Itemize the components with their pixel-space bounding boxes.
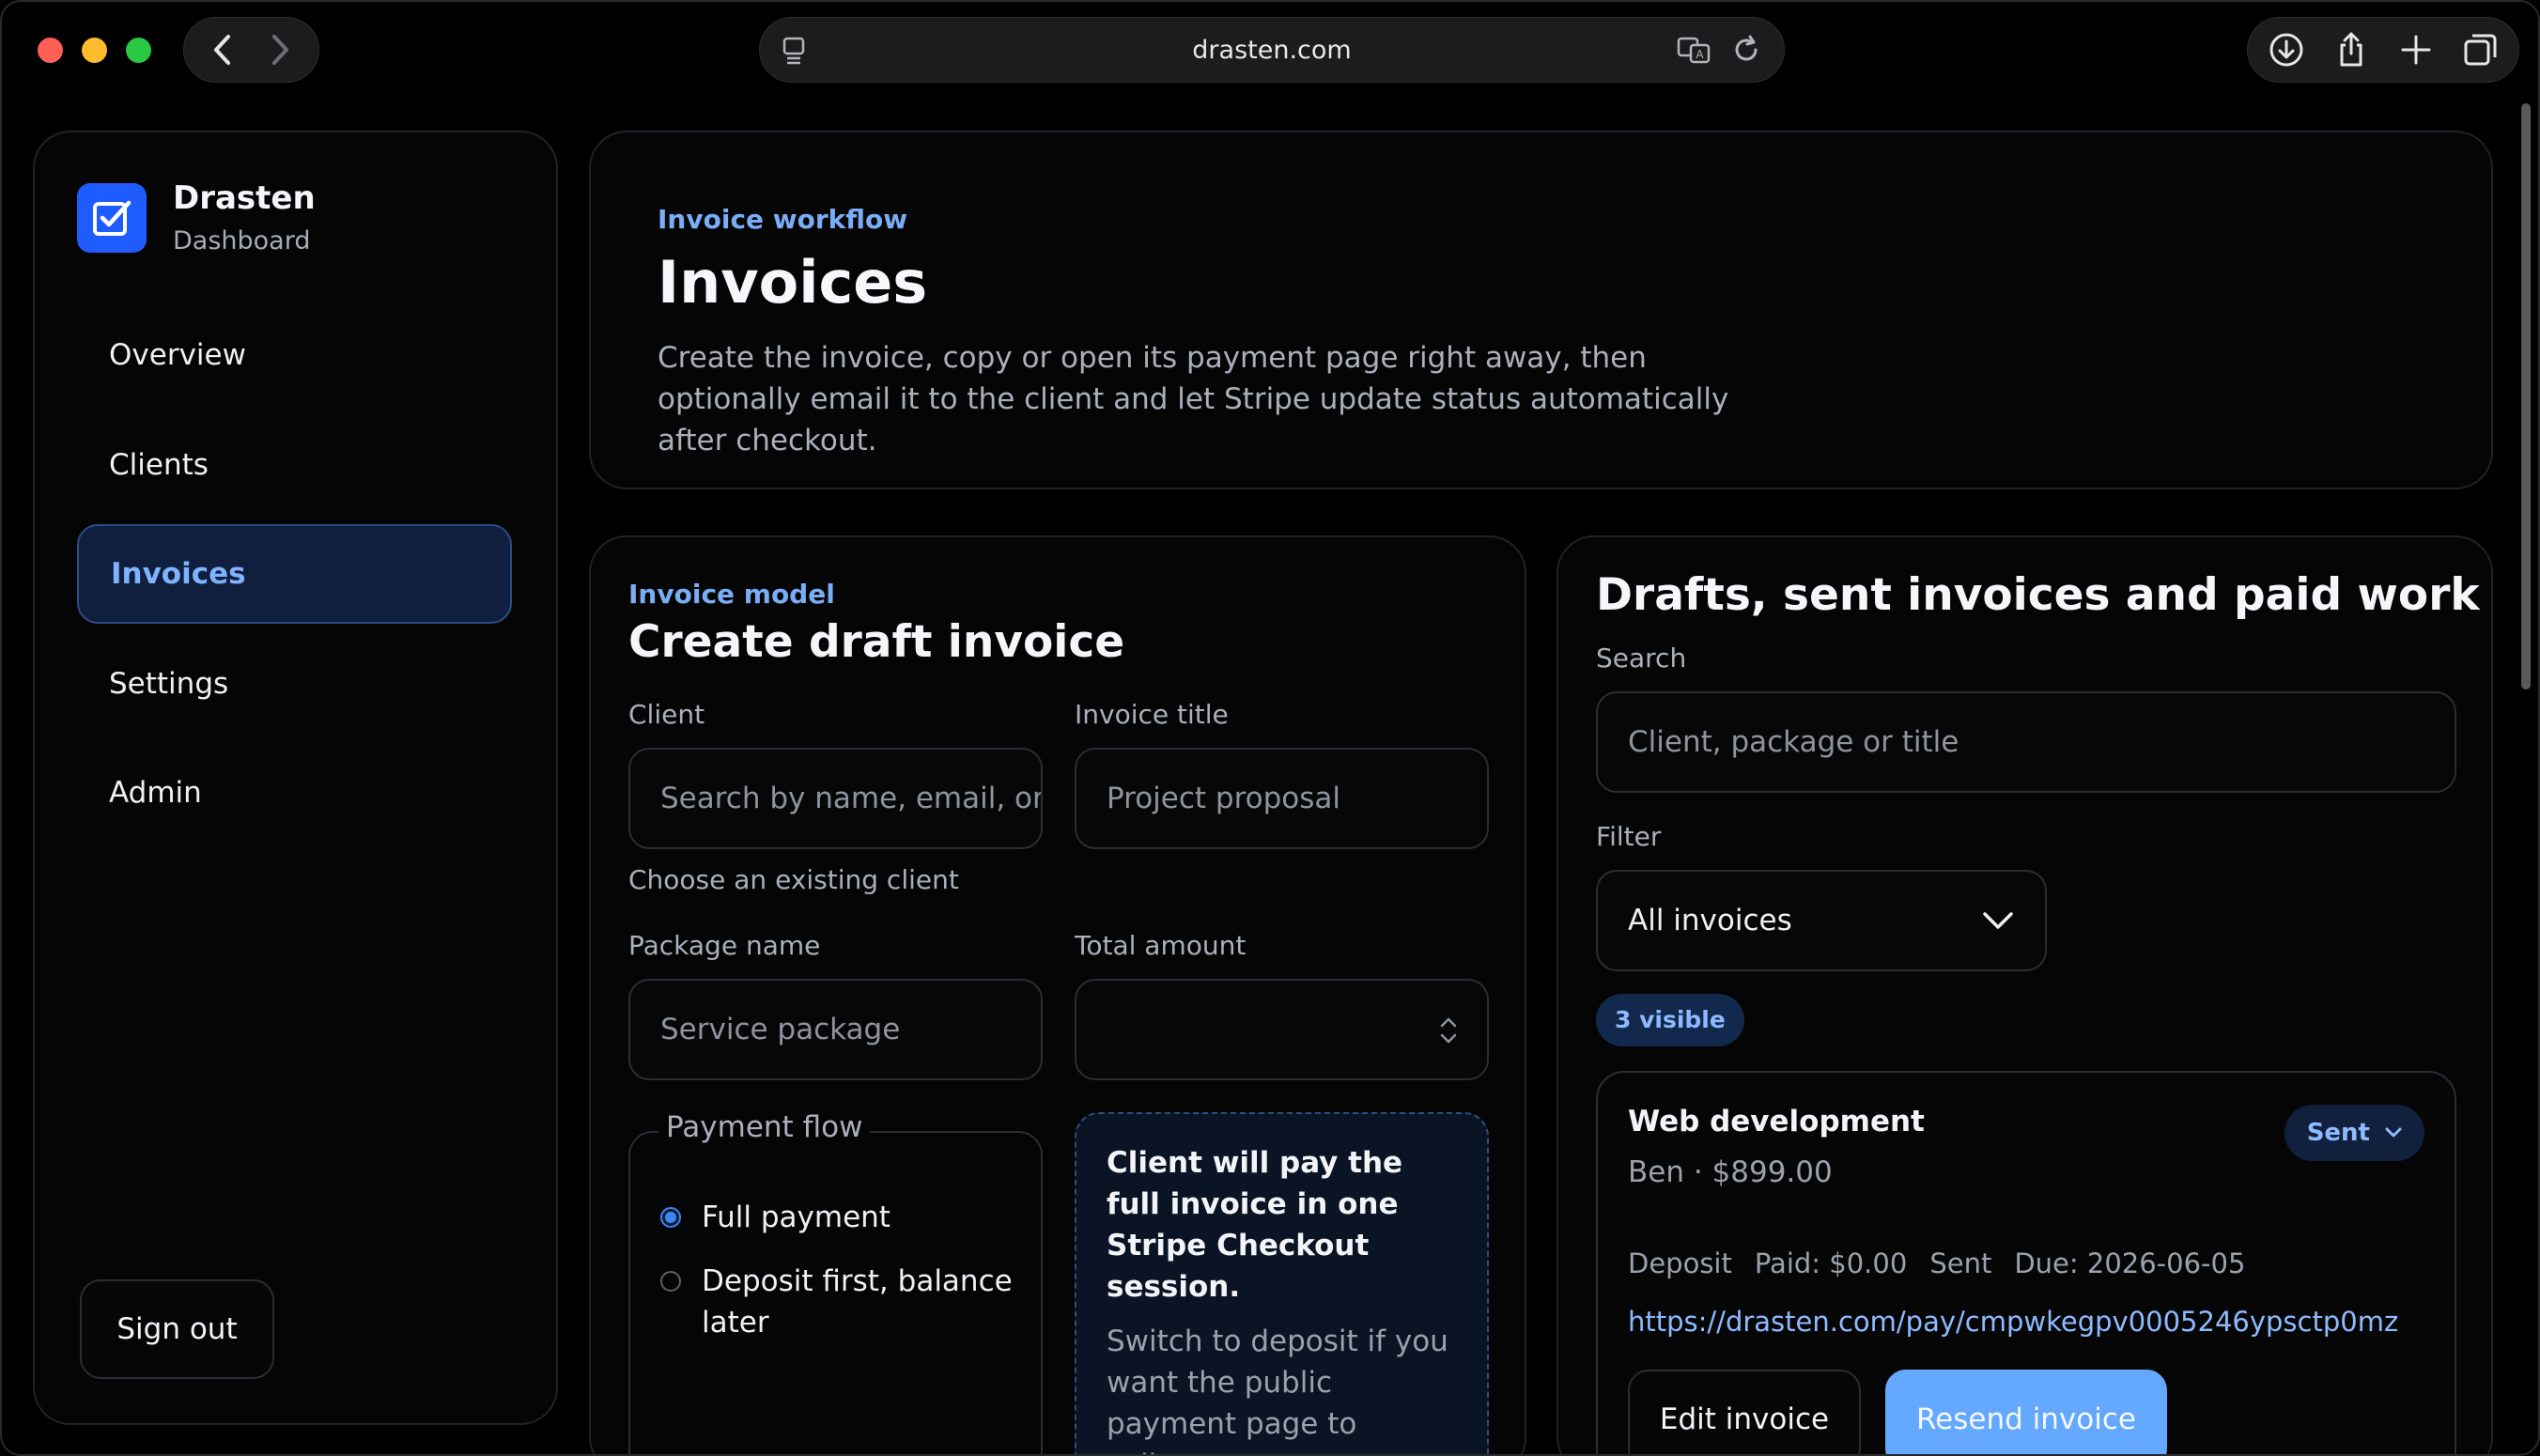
back-button[interactable]: [199, 26, 246, 73]
filter-selected-value: All invoices: [1628, 904, 1792, 937]
history-navigation: [183, 17, 319, 83]
url-text: drasten.com: [1192, 36, 1352, 65]
window-controls: [38, 38, 151, 63]
invoice-title-input[interactable]: Project proposal: [1075, 748, 1489, 849]
total-amount-input[interactable]: [1075, 979, 1489, 1080]
list-title: Drafts, sent invoices and paid work: [1596, 569, 2480, 621]
radio-selected[interactable]: [660, 1207, 681, 1228]
invoice-payment-type: Deposit: [1628, 1247, 1732, 1279]
invoice-list-card: Drafts, sent invoices and paid work Sear…: [1557, 535, 2493, 1454]
sign-out-button[interactable]: Sign out: [80, 1279, 274, 1379]
brand-name: Drasten: [173, 179, 316, 217]
invoice-meta: Deposit Paid: $0.00 Sent Due: 2026-06-05: [1628, 1247, 2245, 1279]
status-dropdown[interactable]: Sent: [2284, 1105, 2424, 1161]
invoice-state: Sent: [1929, 1247, 1992, 1279]
create-title: Create draft invoice: [628, 616, 1125, 668]
package-name-label: Package name: [628, 930, 821, 961]
reload-icon[interactable]: [1727, 31, 1765, 69]
sidebar-item-invoices[interactable]: Invoices: [77, 524, 512, 624]
create-invoice-card: Invoice model Create draft invoice Clien…: [589, 535, 1526, 1454]
chevron-right-icon: [272, 35, 289, 65]
sidebar-item-overview[interactable]: Overview: [77, 305, 512, 405]
share-button[interactable]: [2325, 23, 2377, 76]
header-eyebrow: Invoice workflow: [658, 204, 908, 235]
invoice-due-date: Due: 2026-06-05: [2014, 1247, 2246, 1279]
chevron-down-icon: [1983, 912, 2013, 929]
create-eyebrow: Invoice model: [628, 579, 835, 610]
edit-invoice-button[interactable]: Edit invoice: [1628, 1370, 1861, 1454]
status-value: Sent: [2306, 1119, 2370, 1147]
sidebar-item-clients[interactable]: Clients: [77, 415, 512, 515]
page-title: Invoices: [658, 248, 928, 317]
share-icon: [2340, 32, 2362, 67]
radio-unselected[interactable]: [660, 1271, 681, 1292]
invoice-title-label: Invoice title: [1075, 699, 1229, 730]
download-icon: [2269, 33, 2302, 67]
close-window-button[interactable]: [38, 38, 63, 63]
client-hint: Choose an existing client: [628, 864, 959, 895]
option-deposit-first-label: Deposit first, balance later: [702, 1264, 1013, 1340]
payment-info-title: Client will pay the full invoice in one …: [1107, 1146, 1403, 1304]
payment-flow-group: Payment flow Full payment Deposit first,…: [628, 1110, 1043, 1454]
stepper-arrows-icon[interactable]: [1438, 1015, 1459, 1046]
brand-subtitle: Dashboard: [173, 226, 311, 256]
package-name-input[interactable]: Service package: [628, 979, 1043, 1080]
page-description: Create the invoice, copy or open its pay…: [658, 341, 1729, 457]
filter-label: Filter: [1596, 821, 1662, 852]
payment-flow-label: Payment flow: [658, 1110, 871, 1144]
total-amount-label: Total amount: [1075, 930, 1247, 961]
option-full-payment-label: Full payment: [702, 1200, 891, 1234]
sidebar: Drasten Dashboard Overview Clients Invoi…: [33, 131, 558, 1425]
chevron-left-icon: [213, 35, 230, 65]
tabs-icon: [2464, 34, 2496, 66]
translate-icon[interactable]: A: [1675, 31, 1712, 69]
invoice-client-amount: Ben · $899.00: [1628, 1155, 1833, 1189]
client-search-input[interactable]: Search by name, email, or: [628, 748, 1043, 849]
search-label: Search: [1596, 643, 1687, 674]
new-tab-button[interactable]: [2390, 23, 2442, 76]
chevron-down-icon: [2385, 1127, 2402, 1138]
page-scrollbar[interactable]: [2521, 103, 2531, 689]
downloads-button[interactable]: [2260, 23, 2313, 76]
svg-text:A: A: [1696, 48, 1704, 61]
client-label: Client: [628, 699, 705, 730]
page-header: Invoice workflow Invoices Create the inv…: [589, 131, 2493, 489]
payment-info-callout: Client will pay the full invoice in one …: [1075, 1112, 1489, 1454]
brand-logo: [77, 183, 147, 253]
checkbox-pen-icon: [93, 200, 132, 236]
filter-select[interactable]: All invoices: [1596, 870, 2047, 971]
sidebar-item-settings[interactable]: Settings: [77, 634, 512, 734]
sidebar-item-admin[interactable]: Admin: [77, 743, 512, 843]
payment-page-link[interactable]: https://drasten.com/pay/cmpwkegpv0005246…: [1628, 1306, 2398, 1338]
tab-overview-button[interactable]: [2455, 23, 2507, 76]
invoice-title: Web development: [1628, 1105, 1925, 1138]
visible-count-badge: 3 visible: [1596, 994, 1744, 1046]
address-bar[interactable]: drasten.com A: [759, 17, 1785, 83]
payment-info-body: Switch to deposit if you want the public…: [1107, 1324, 1448, 1454]
forward-button[interactable]: [256, 26, 303, 73]
invoice-paid-amount: Paid: $0.00: [1754, 1247, 1908, 1279]
browser-toolbar: [2247, 17, 2519, 83]
option-deposit-first[interactable]: Deposit first, balance later: [660, 1261, 1017, 1343]
invoice-card: Web development Ben · $899.00 Sent Depos…: [1596, 1071, 2456, 1454]
resend-invoice-button[interactable]: Resend invoice: [1885, 1370, 2167, 1454]
browser-window: drasten.com A Drasten Dashboard Overview…: [0, 0, 2540, 1456]
invoice-search-input[interactable]: Client, package or title: [1596, 691, 2456, 793]
zoom-window-button[interactable]: [126, 38, 151, 63]
plus-icon: [2401, 35, 2430, 65]
minimize-window-button[interactable]: [82, 38, 107, 63]
option-full-payment[interactable]: Full payment: [660, 1197, 891, 1238]
